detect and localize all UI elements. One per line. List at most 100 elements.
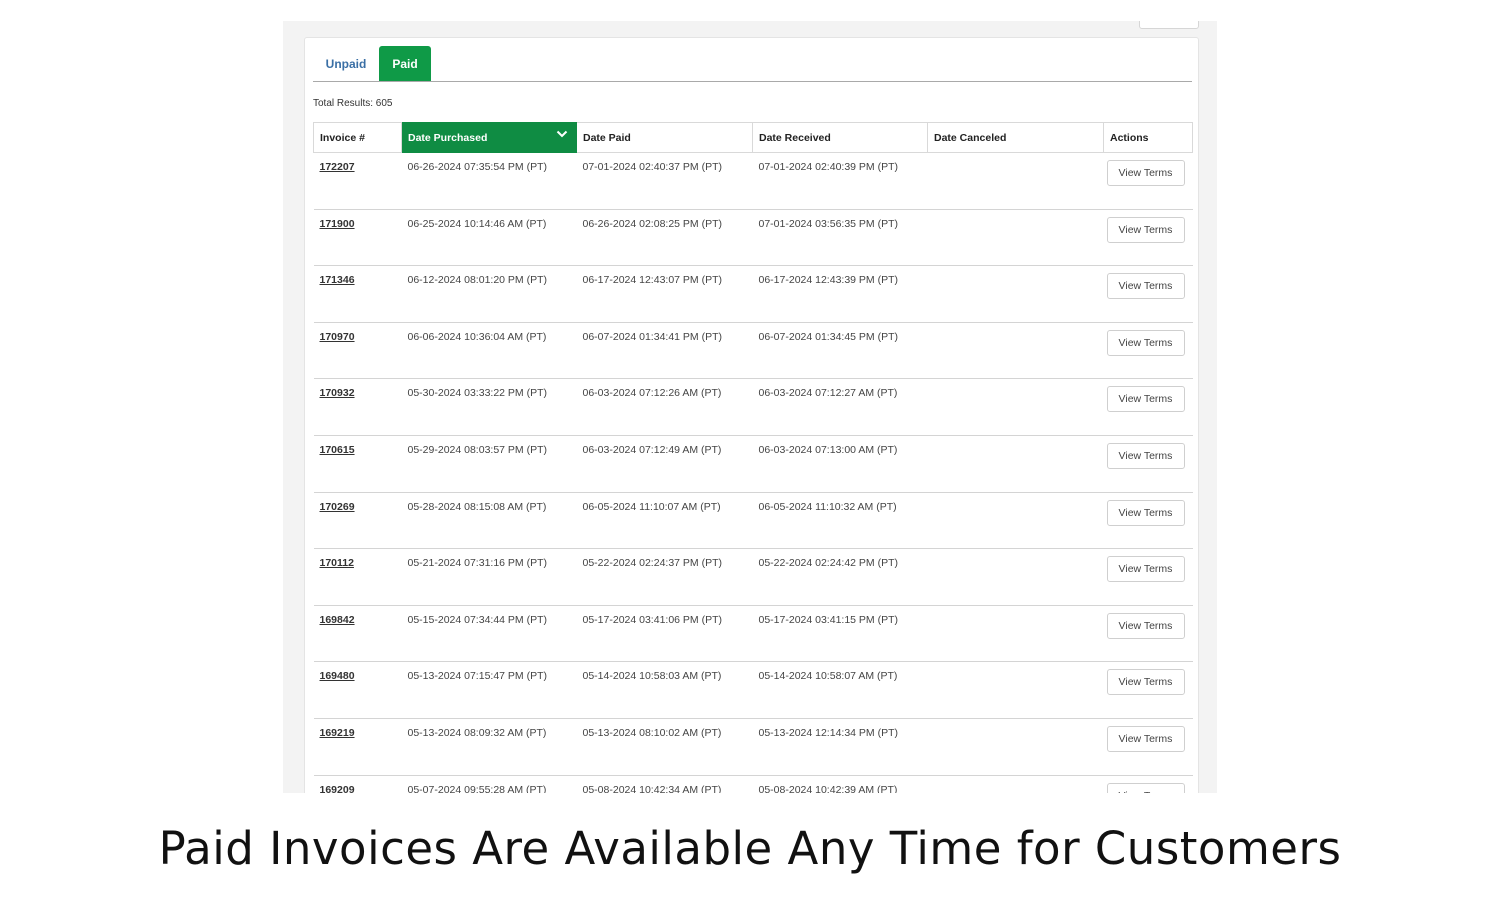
date-received-cell: 06-03-2024 07:13:00 AM (PT) xyxy=(752,435,928,493)
view-terms-button[interactable]: View Terms xyxy=(1106,556,1185,583)
date-canceled-cell xyxy=(927,718,1104,776)
actions-cell: View Terms xyxy=(1103,718,1193,776)
invoice-cell: 169842 xyxy=(313,605,402,663)
column-header-date-paid[interactable]: Date Paid xyxy=(576,122,753,153)
date-received-cell: 05-08-2024 10:42:39 AM (PT) xyxy=(752,775,928,793)
invoice-link[interactable]: 171346 xyxy=(320,274,355,286)
date-purchased-cell: 05-13-2024 08:09:32 AM (PT) xyxy=(401,718,577,776)
invoice-link[interactable]: 170970 xyxy=(320,331,355,343)
table-row: 170269 05-28-2024 08:15:08 AM (PT) 06-05-2… xyxy=(313,492,1193,550)
actions-cell: View Terms xyxy=(1103,548,1193,606)
table-row: 170932 05-30-2024 03:33:22 PM (PT) 06-03-2… xyxy=(313,378,1193,436)
view-terms-button[interactable]: View Terms xyxy=(1106,725,1185,752)
invoice-link[interactable]: 170932 xyxy=(320,387,355,399)
date-received-cell: 05-22-2024 02:24:42 PM (PT) xyxy=(752,548,928,606)
date-purchased-cell: 05-28-2024 08:15:08 AM (PT) xyxy=(401,492,577,550)
date-paid-cell: 05-08-2024 10:42:34 AM (PT) xyxy=(576,775,753,793)
column-header-date-received[interactable]: Date Received xyxy=(752,122,928,153)
view-terms-button[interactable]: View Terms xyxy=(1106,160,1185,186)
date-paid-cell: 07-01-2024 02:40:37 PM (PT) xyxy=(576,152,753,210)
actions-cell: View Terms xyxy=(1103,209,1193,267)
actions-cell: View Terms xyxy=(1103,775,1193,793)
actions-cell: View Terms xyxy=(1103,322,1193,380)
date-purchased-cell: 05-30-2024 03:33:22 PM (PT) xyxy=(401,378,577,436)
date-paid-cell: 05-14-2024 10:58:03 AM (PT) xyxy=(576,661,753,719)
date-received-cell: 07-01-2024 03:56:35 PM (PT) xyxy=(752,209,928,267)
view-terms-button[interactable]: View Terms xyxy=(1106,216,1185,243)
invoice-link[interactable]: 169219 xyxy=(320,727,355,739)
total-results: Total Results: 605 xyxy=(313,98,393,109)
column-header-invoice[interactable]: Invoice # xyxy=(313,122,402,153)
table-row: 169209 05-07-2024 09:55:28 AM (PT) 05-08-2… xyxy=(313,775,1193,793)
date-received-cell: 06-07-2024 01:34:45 PM (PT) xyxy=(752,322,928,380)
view-terms-button[interactable]: View Terms xyxy=(1106,386,1185,413)
date-purchased-cell: 06-06-2024 10:36:04 AM (PT) xyxy=(401,322,577,380)
actions-cell: View Terms xyxy=(1103,152,1193,210)
actions-cell: View Terms xyxy=(1103,492,1193,550)
invoice-link[interactable]: 170269 xyxy=(320,501,355,513)
date-received-cell: 06-17-2024 12:43:39 PM (PT) xyxy=(752,265,928,323)
invoice-link[interactable]: 169480 xyxy=(320,670,355,682)
date-purchased-cell: 05-13-2024 07:15:47 PM (PT) xyxy=(401,661,577,719)
view-terms-button[interactable]: View Terms xyxy=(1106,499,1185,526)
invoice-link[interactable]: 170112 xyxy=(320,557,354,569)
actions-cell: View Terms xyxy=(1103,605,1193,663)
date-canceled-cell xyxy=(927,661,1104,719)
column-header-actions: Actions xyxy=(1103,122,1193,153)
column-header-date-canceled[interactable]: Date Canceled xyxy=(927,122,1104,153)
invoice-cell: 171346 xyxy=(313,265,402,323)
date-purchased-cell: 05-15-2024 07:34:44 PM (PT) xyxy=(401,605,577,663)
invoice-link[interactable]: 169209 xyxy=(320,784,355,793)
date-canceled-cell xyxy=(927,435,1104,493)
invoice-cell: 169219 xyxy=(313,718,402,776)
date-paid-cell: 06-26-2024 02:08:25 PM (PT) xyxy=(576,209,753,267)
date-paid-cell: 05-22-2024 02:24:37 PM (PT) xyxy=(576,548,753,606)
actions-cell: View Terms xyxy=(1103,378,1193,436)
date-purchased-cell: 06-25-2024 10:14:46 AM (PT) xyxy=(401,209,577,267)
date-received-cell: 06-03-2024 07:12:27 AM (PT) xyxy=(752,378,928,436)
date-paid-cell: 06-17-2024 12:43:07 PM (PT) xyxy=(576,265,753,323)
date-paid-cell: 06-03-2024 07:12:26 AM (PT) xyxy=(576,378,753,436)
date-purchased-cell: 05-29-2024 08:03:57 PM (PT) xyxy=(401,435,577,493)
tab-unpaid[interactable]: Unpaid xyxy=(313,46,379,81)
date-received-cell: 05-14-2024 10:58:07 AM (PT) xyxy=(752,661,928,719)
column-header-label: Date Purchased xyxy=(408,131,488,144)
date-canceled-cell xyxy=(927,775,1104,793)
actions-cell: View Terms xyxy=(1103,661,1193,719)
table-header-row: Invoice # Date Purchased Date Paid Date … xyxy=(313,122,1193,153)
view-terms-button[interactable]: View Terms xyxy=(1106,273,1185,300)
date-paid-cell: 05-17-2024 03:41:06 PM (PT) xyxy=(576,605,753,663)
table-row: 171900 06-25-2024 10:14:46 AM (PT) 06-26-2… xyxy=(313,209,1193,267)
invoice-link[interactable]: 172207 xyxy=(320,161,355,173)
column-header-date-purchased[interactable]: Date Purchased xyxy=(401,122,577,153)
date-received-cell: 05-17-2024 03:41:15 PM (PT) xyxy=(752,605,928,663)
actions-cell: View Terms xyxy=(1103,265,1193,323)
invoice-cell: 170615 xyxy=(313,435,402,493)
date-purchased-cell: 06-26-2024 07:35:54 PM (PT) xyxy=(401,152,577,210)
top-action-button[interactable] xyxy=(1139,21,1199,29)
invoice-cell: 169480 xyxy=(313,661,402,719)
tab-paid[interactable]: Paid xyxy=(379,46,431,81)
invoice-link[interactable]: 171900 xyxy=(320,218,355,230)
date-paid-cell: 05-13-2024 08:10:02 AM (PT) xyxy=(576,718,753,776)
view-terms-button[interactable]: View Terms xyxy=(1106,442,1185,469)
actions-cell: View Terms xyxy=(1103,435,1193,493)
table-row: 169219 05-13-2024 08:09:32 AM (PT) 05-13-2… xyxy=(313,718,1193,776)
view-terms-button[interactable]: View Terms xyxy=(1106,329,1185,356)
invoices-panel: Unpaid Paid Total Results: 605 Invoice #… xyxy=(304,37,1199,793)
view-terms-button[interactable]: View Terms xyxy=(1106,612,1185,639)
invoice-cell: 170970 xyxy=(313,322,402,380)
view-terms-button[interactable]: View Terms xyxy=(1106,782,1185,793)
invoice-tabs: Unpaid Paid xyxy=(313,46,1192,82)
date-received-cell: 05-13-2024 12:14:34 PM (PT) xyxy=(752,718,928,776)
date-received-cell: 06-05-2024 11:10:32 AM (PT) xyxy=(752,492,928,550)
invoice-cell: 169209 xyxy=(313,775,402,793)
view-terms-button[interactable]: View Terms xyxy=(1106,669,1185,696)
table-row: 169842 05-15-2024 07:34:44 PM (PT) 05-17-2… xyxy=(313,605,1193,663)
invoice-screenshot: Unpaid Paid Total Results: 605 Invoice #… xyxy=(283,21,1217,793)
invoice-link[interactable]: 169842 xyxy=(320,614,355,626)
date-purchased-cell: 06-12-2024 08:01:20 PM (PT) xyxy=(401,265,577,323)
table-row: 170112 05-21-2024 07:31:16 PM (PT) 05-22-2… xyxy=(313,548,1193,606)
invoice-link[interactable]: 170615 xyxy=(320,444,355,456)
table-row: 172207 06-26-2024 07:35:54 PM (PT) 07-01-2… xyxy=(313,152,1193,210)
